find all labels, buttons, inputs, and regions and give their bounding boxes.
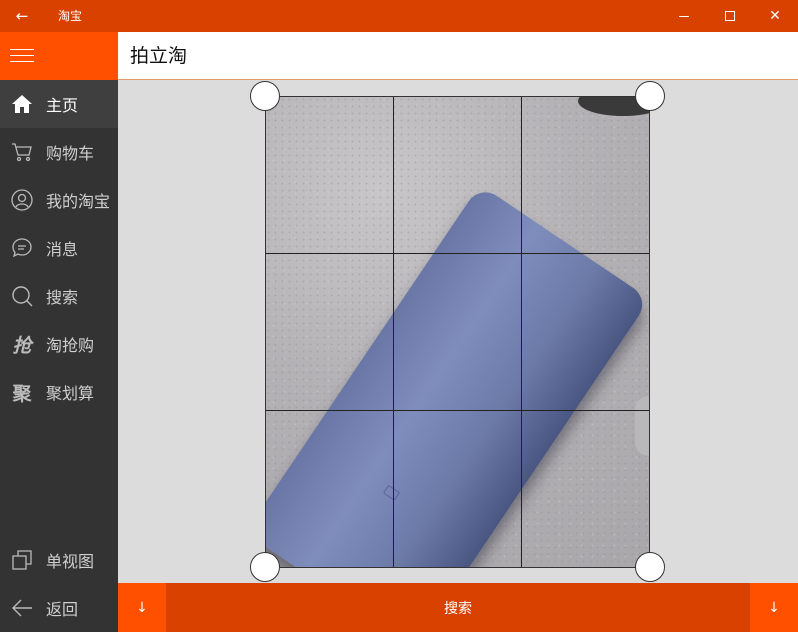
sidebar-item-back[interactable]: 返回 xyxy=(0,584,118,632)
single-view-icon xyxy=(10,548,34,572)
right-down-button[interactable]: ↓ xyxy=(750,583,798,632)
home-icon xyxy=(10,92,34,116)
sidebar-item-label: 搜索 xyxy=(46,288,79,307)
sidebar-item-label: 返回 xyxy=(46,600,79,619)
sidebar-item-search[interactable]: 搜索 xyxy=(0,272,118,320)
hamburger-menu-button[interactable] xyxy=(0,32,118,80)
power-bank-photo xyxy=(265,96,650,568)
hamburger-line xyxy=(10,61,34,62)
bottom-action-bar: ↓ 搜索 ↓ xyxy=(118,583,798,632)
maximize-button[interactable] xyxy=(707,0,753,32)
sidebar-item-single-view[interactable]: 单视图 xyxy=(0,536,118,584)
sidebar-item-cart[interactable]: 购物车 xyxy=(0,128,118,176)
title-bar: ← 淘宝 ✕ xyxy=(0,0,798,32)
minimize-icon xyxy=(679,15,689,17)
sidebar-item-home[interactable]: 主页 xyxy=(0,80,118,128)
maximize-icon xyxy=(725,11,735,21)
cart-icon xyxy=(10,140,34,164)
crop-handle-bottom-left[interactable] xyxy=(250,552,280,582)
crop-handle-top-left[interactable] xyxy=(250,81,280,111)
ju-glyph: 聚 xyxy=(12,382,32,405)
left-down-button[interactable]: ↓ xyxy=(118,583,166,632)
sidebar-item-label: 淘抢购 xyxy=(46,336,95,355)
sidebar-item-label: 购物车 xyxy=(46,144,95,163)
sidebar-item-label: 主页 xyxy=(46,96,79,115)
back-arrow-icon xyxy=(10,596,34,620)
close-button[interactable]: ✕ xyxy=(752,0,798,32)
sidebar-item-messages[interactable]: 消息 xyxy=(0,224,118,272)
crop-handle-bottom-right[interactable] xyxy=(635,552,665,582)
sidebar-item-my-taobao[interactable]: 我的淘宝 xyxy=(0,176,118,224)
sidebar-item-group-buy[interactable]: 聚 聚划算 xyxy=(0,368,118,416)
sidebar-item-label: 消息 xyxy=(46,240,79,259)
sidebar-item-label: 我的淘宝 xyxy=(46,192,111,211)
user-circle-icon xyxy=(10,188,34,212)
crop-frame[interactable] xyxy=(265,96,650,568)
search-icon xyxy=(10,284,34,308)
sidebar-item-label: 聚划算 xyxy=(46,384,95,403)
sidebar: 主页 购物车 我的淘宝 消息 搜索 抢 淘抢购 聚 聚划算 单视图 返回 xyxy=(0,32,118,632)
ju-icon: 聚 xyxy=(10,380,34,405)
window-title: 淘宝 xyxy=(58,9,83,23)
crop-area[interactable] xyxy=(118,80,798,583)
down-arrow-icon: ↓ xyxy=(768,599,780,616)
qiang-icon: 抢 xyxy=(10,332,34,357)
crop-handle-top-right[interactable] xyxy=(635,81,665,111)
hamburger-line xyxy=(10,55,34,56)
qiang-glyph: 抢 xyxy=(12,334,32,357)
chat-bubble-icon xyxy=(10,236,34,260)
title-back-button[interactable]: ← xyxy=(0,0,44,32)
down-arrow-icon: ↓ xyxy=(136,599,148,616)
search-button[interactable]: 搜索 xyxy=(166,583,750,632)
search-button-label: 搜索 xyxy=(444,600,472,617)
hamburger-menu-icon xyxy=(10,49,34,50)
arrow-left-icon: ← xyxy=(15,7,29,25)
sidebar-item-flash-sale[interactable]: 抢 淘抢购 xyxy=(0,320,118,368)
close-icon: ✕ xyxy=(769,8,781,24)
sidebar-item-label: 单视图 xyxy=(46,552,95,571)
minimize-button[interactable] xyxy=(661,0,707,32)
page-header: 拍立淘 xyxy=(118,32,798,80)
page-title: 拍立淘 xyxy=(130,45,188,67)
